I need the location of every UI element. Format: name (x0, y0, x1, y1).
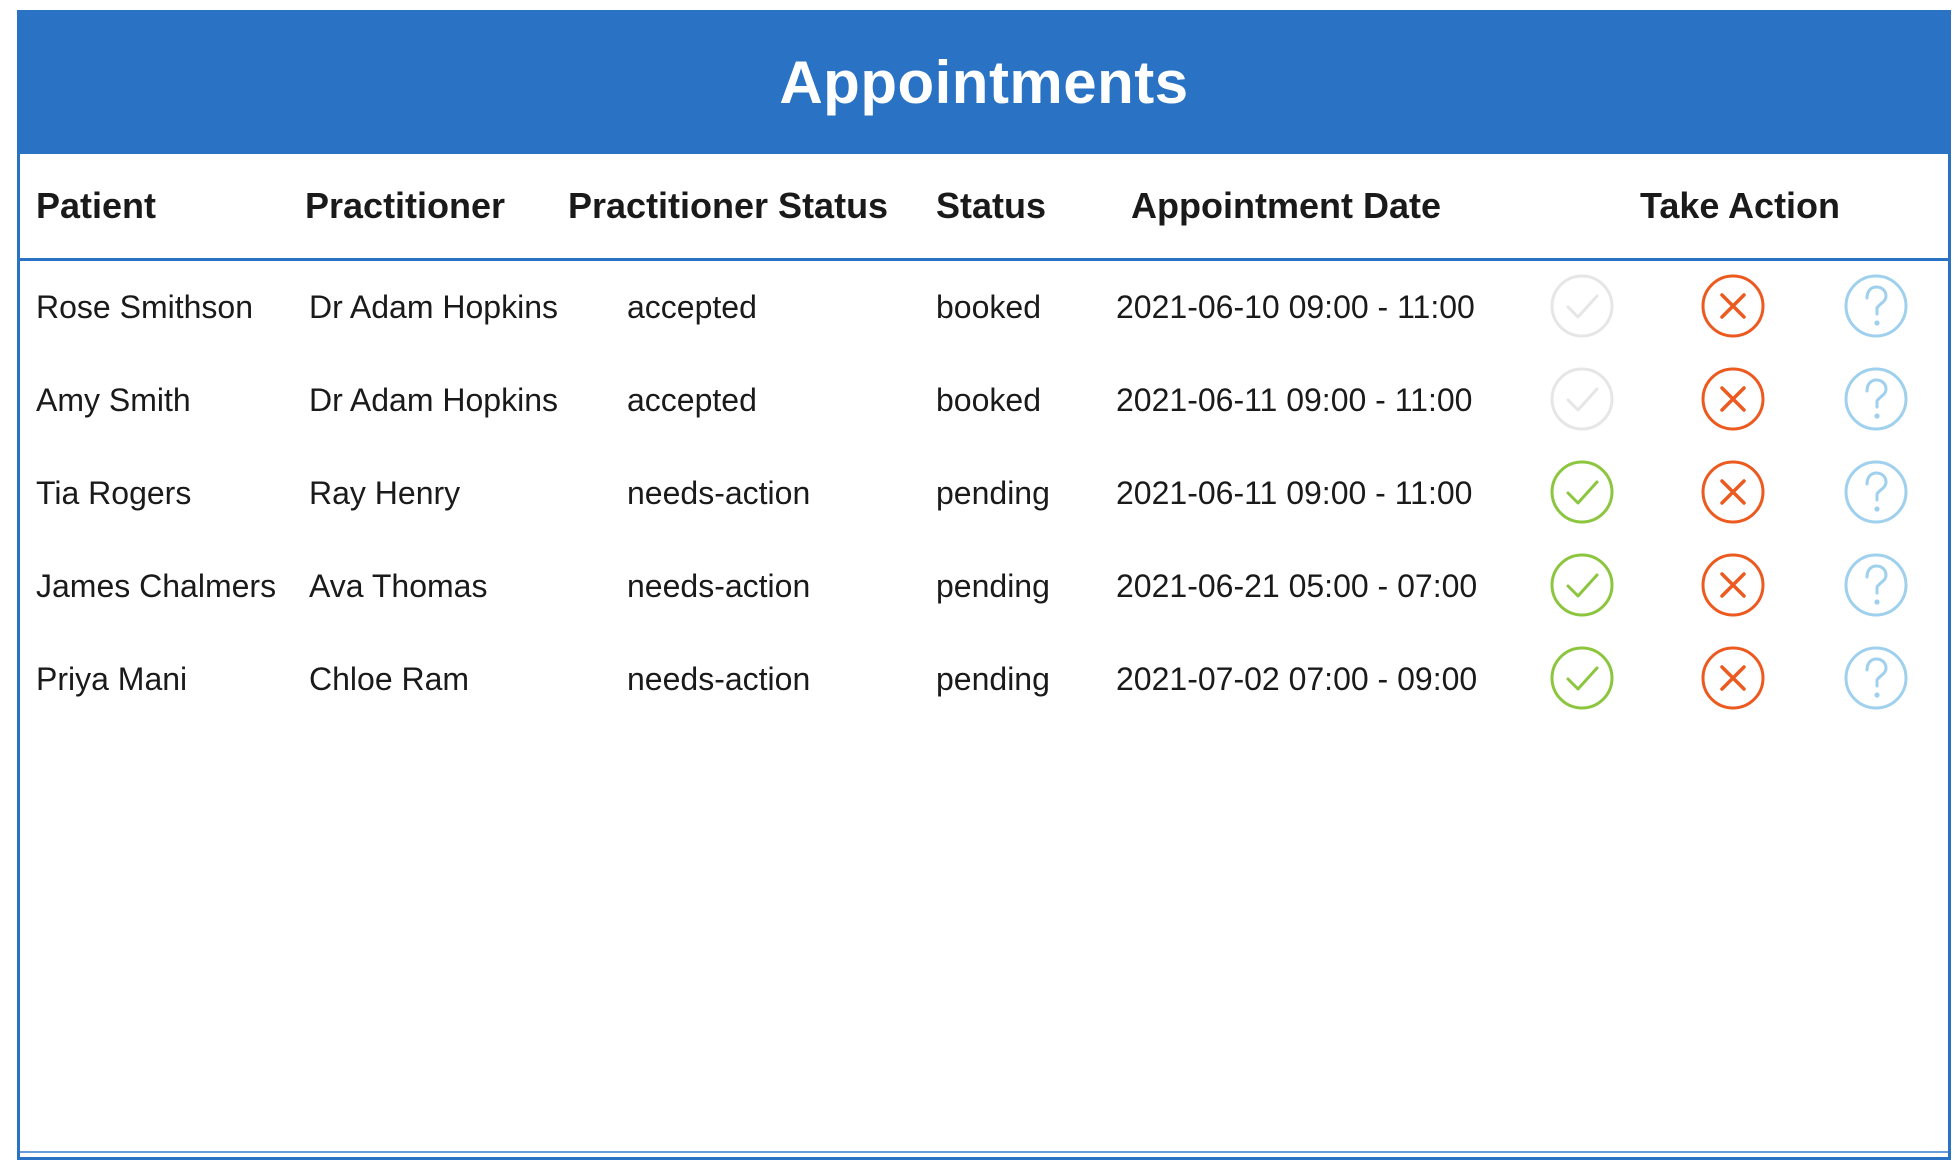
appointments-table-body: Rose Smithson Dr Adam Hopkins accepted b… (17, 261, 1951, 726)
panel-bottom-border (20, 1151, 1948, 1153)
appointment-date-cell: 2021-07-02 07:00 - 09:00 (1116, 661, 1478, 697)
check-circle-icon (1550, 460, 1614, 524)
accept-button[interactable] (1549, 366, 1615, 432)
reject-button[interactable] (1700, 366, 1766, 432)
reject-button[interactable] (1700, 552, 1766, 618)
practitioner-cell: Ava Thomas (309, 568, 488, 604)
table-header: Patient Practitioner Practitioner Status… (17, 154, 1951, 261)
question-circle-icon (1844, 553, 1908, 617)
patient-cell: James Chalmers (36, 568, 277, 604)
table-row: Priya Mani Chloe Ram needs-action pendin… (17, 633, 1951, 726)
appointment-date-cell: 2021-06-11 09:00 - 11:00 (1116, 475, 1473, 511)
practitioner-cell: Ray Henry (309, 475, 461, 511)
question-circle-icon (1844, 367, 1908, 431)
reject-button[interactable] (1700, 273, 1766, 339)
column-header-appointment-date: Appointment Date (1131, 185, 1441, 226)
patient-cell: Tia Rogers (36, 475, 192, 511)
question-circle-icon (1844, 646, 1908, 710)
status-cell: booked (936, 289, 1041, 325)
appointment-date-cell: 2021-06-11 09:00 - 11:00 (1116, 382, 1473, 418)
practitioner-cell: Dr Adam Hopkins (309, 382, 558, 418)
x-circle-icon (1701, 646, 1765, 710)
check-circle-icon (1550, 274, 1614, 338)
reject-button[interactable] (1700, 459, 1766, 525)
query-button[interactable] (1843, 459, 1909, 525)
column-header-patient: Patient (36, 185, 157, 226)
practitioner-status-cell: needs-action (627, 568, 811, 604)
status-cell: booked (936, 382, 1041, 418)
page-title: Appointments (779, 48, 1189, 116)
patient-cell: Priya Mani (36, 661, 188, 697)
query-button[interactable] (1843, 552, 1909, 618)
check-circle-icon (1550, 367, 1614, 431)
accept-button[interactable] (1549, 273, 1615, 339)
practitioner-status-cell: needs-action (627, 661, 811, 697)
check-circle-icon (1550, 553, 1614, 617)
title-bar: Appointments (17, 10, 1951, 154)
accept-button[interactable] (1549, 552, 1615, 618)
patient-cell: Rose Smithson (36, 289, 253, 325)
accept-button[interactable] (1549, 459, 1615, 525)
appointment-date-cell: 2021-06-10 09:00 - 11:00 (1116, 289, 1475, 325)
x-circle-icon (1701, 274, 1765, 338)
query-button[interactable] (1843, 273, 1909, 339)
x-circle-icon (1701, 367, 1765, 431)
table-row: James Chalmers Ava Thomas needs-action p… (17, 540, 1951, 633)
accept-button[interactable] (1549, 645, 1615, 711)
practitioner-status-cell: accepted (627, 382, 757, 418)
column-header-take-action: Take Action (1640, 185, 1841, 226)
status-cell: pending (936, 475, 1050, 511)
x-circle-icon (1701, 553, 1765, 617)
appointment-date-cell: 2021-06-21 05:00 - 07:00 (1116, 568, 1478, 604)
query-button[interactable] (1843, 645, 1909, 711)
table-row: Amy Smith Dr Adam Hopkins accepted booke… (17, 354, 1951, 447)
table-row: Rose Smithson Dr Adam Hopkins accepted b… (17, 261, 1951, 354)
check-circle-icon (1550, 646, 1614, 710)
practitioner-status-cell: accepted (627, 289, 757, 325)
practitioner-cell: Chloe Ram (309, 661, 470, 697)
query-button[interactable] (1843, 366, 1909, 432)
table-row: Tia Rogers Ray Henry needs-action pendin… (17, 447, 1951, 540)
patient-cell: Amy Smith (36, 382, 191, 418)
column-header-practitioner-status: Practitioner Status (568, 185, 889, 226)
reject-button[interactable] (1700, 645, 1766, 711)
question-circle-icon (1844, 460, 1908, 524)
x-circle-icon (1701, 460, 1765, 524)
practitioner-cell: Dr Adam Hopkins (309, 289, 558, 325)
column-header-status: Status (936, 185, 1047, 226)
question-circle-icon (1844, 274, 1908, 338)
column-header-practitioner: Practitioner (305, 185, 506, 226)
status-cell: pending (936, 661, 1050, 697)
status-cell: pending (936, 568, 1050, 604)
practitioner-status-cell: needs-action (627, 475, 811, 511)
